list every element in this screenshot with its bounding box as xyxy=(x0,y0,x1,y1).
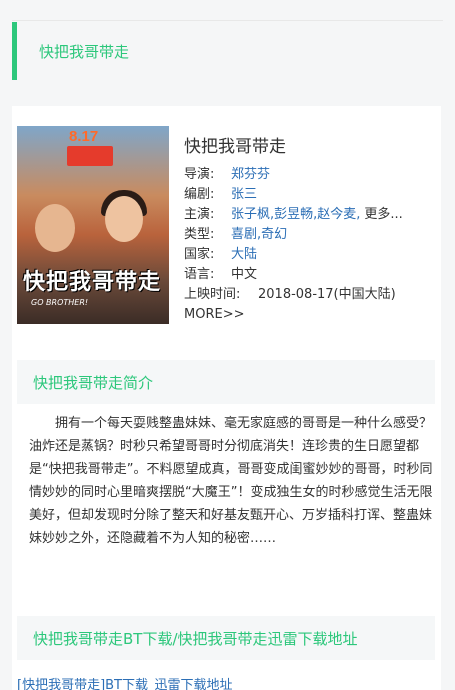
cast-row: 主演: 张子枫,彭昱畅,赵今麦, 更多... xyxy=(184,205,434,225)
more-link[interactable]: MORE>> xyxy=(184,305,434,325)
page-header: 快把我哥带走 xyxy=(12,22,443,80)
synopsis-title: 快把我哥带走简介 xyxy=(33,373,154,392)
cast-links[interactable]: 张子枫,彭昱畅,赵今麦, xyxy=(231,207,360,222)
movie-poster[interactable]: 8.17 快把我哥带走 GO BROTHER! xyxy=(17,126,169,324)
movie-card: 8.17 快把我哥带走 GO BROTHER! 快把我哥带走 导演: 郑芬芬 编剧… xyxy=(12,106,441,690)
language-value: 中文 xyxy=(231,267,258,282)
country-link[interactable]: 大陆 xyxy=(231,247,257,262)
genre-label: 类型: xyxy=(184,227,215,242)
poster-actor-2 xyxy=(105,196,143,242)
page-title: 快把我哥带走 xyxy=(39,42,130,61)
writer-label: 编剧: xyxy=(184,187,215,202)
poster-subtitle: GO BROTHER! xyxy=(31,298,89,307)
release-value: 2018-08-17(中国大陆) xyxy=(258,287,396,302)
director-link[interactable]: 郑芬芬 xyxy=(231,167,270,182)
movie-title: 快把我哥带走 xyxy=(184,137,286,157)
poster-actor-1 xyxy=(35,204,75,252)
synopsis-text: 拥有一个每天耍贱整蛊妹妹、毫无家庭感的哥哥是一种什么感受？油炸还是蒸锅？时秒只希… xyxy=(29,416,433,546)
release-row: 上映时间: 2018-08-17(中国大陆) xyxy=(184,285,434,305)
download-header: 快把我哥带走BT下载/快把我哥带走迅雷下载地址 xyxy=(17,616,435,660)
poster-date: 8.17 xyxy=(69,128,99,145)
download-title: 快把我哥带走BT下载/快把我哥带走迅雷下载地址 xyxy=(33,629,358,648)
country-row: 国家: 大陆 xyxy=(184,245,434,265)
genre-row: 类型: 喜剧,奇幻 xyxy=(184,225,434,245)
movie-info: 快把我哥带走 导演: 郑芬芬 编剧: 张三 主演: 张子枫,彭昱畅,赵今麦, 更多...… xyxy=(184,132,434,325)
accent-bar xyxy=(12,22,17,80)
poster-title: 快把我哥带走 xyxy=(23,270,162,295)
genre-links[interactable]: 喜剧,奇幻 xyxy=(231,227,287,242)
writer-row: 编剧: 张三 xyxy=(184,185,434,205)
language-row: 语言: 中文 xyxy=(184,265,434,285)
release-label: 上映时间: xyxy=(184,287,241,302)
country-label: 国家: xyxy=(184,247,215,262)
cast-label: 主演: xyxy=(184,207,215,222)
poster-badge xyxy=(67,146,113,166)
cast-more-link[interactable]: 更多... xyxy=(364,207,402,222)
top-divider xyxy=(12,20,443,21)
download-link[interactable]: [快把我哥带走]BT下载_迅雷下载地址 xyxy=(17,674,233,690)
writer-link[interactable]: 张三 xyxy=(231,187,257,202)
director-row: 导演: 郑芬芬 xyxy=(184,165,434,185)
language-label: 语言: xyxy=(184,267,215,282)
synopsis-header: 快把我哥带走简介 xyxy=(17,360,435,404)
director-label: 导演: xyxy=(184,167,215,182)
